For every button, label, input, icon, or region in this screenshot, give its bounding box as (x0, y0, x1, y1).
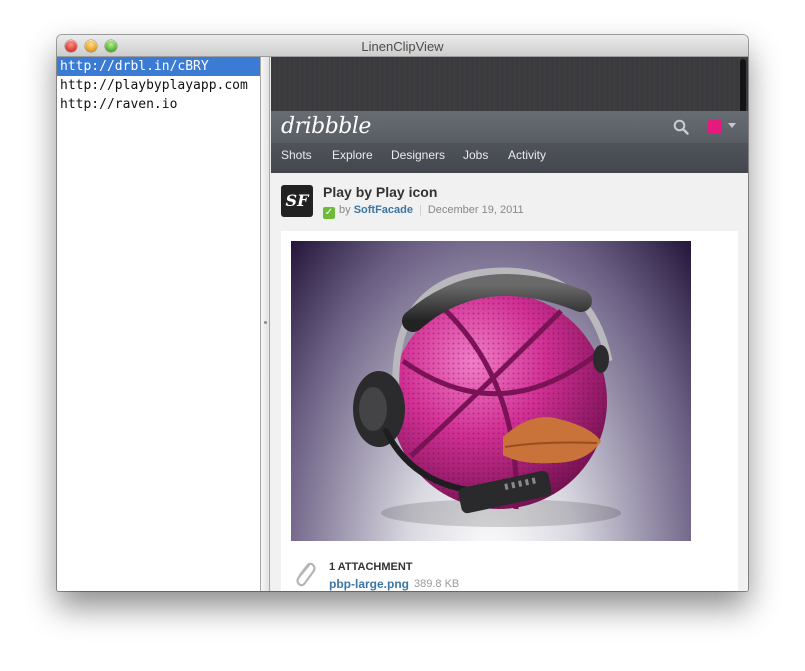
nav-designers[interactable]: Designers (391, 148, 445, 162)
shot-image[interactable] (291, 241, 691, 541)
user-avatar[interactable] (708, 120, 722, 134)
shot-page: SF Play by Play icon ✓ by SoftFacade | Dece… (271, 173, 748, 591)
attachment-link[interactable]: pbp-large.png (329, 577, 409, 591)
shot-title: Play by Play icon (323, 184, 438, 200)
shot-date: December 19, 2011 (427, 204, 524, 216)
nav-jobs[interactable]: Jobs (463, 148, 488, 162)
nav-explore[interactable]: Explore (332, 148, 373, 162)
dribbble-header: dribbble (271, 111, 748, 143)
dribbble-logo[interactable]: dribbble (281, 114, 371, 139)
url-list-item[interactable]: http://playbyplayapp.com (57, 76, 260, 95)
by-label: by (339, 204, 351, 216)
scrollbar-thumb[interactable] (740, 59, 746, 117)
nav-shots[interactable]: Shots (281, 148, 312, 162)
url-list-item[interactable]: http://raven.io (57, 95, 260, 114)
author-link[interactable]: SoftFacade (354, 204, 413, 216)
title-bar[interactable]: LinenClipView (57, 35, 748, 57)
check-icon: ✓ (323, 207, 335, 219)
paperclip-icon (296, 562, 316, 587)
byline-separator: | (418, 204, 422, 216)
attachment-count: 1 ATTACHMENT (329, 561, 413, 573)
shot-byline: ✓ by SoftFacade | December 19, 2011 (323, 204, 524, 219)
chevron-down-icon[interactable] (728, 123, 736, 128)
window-title: LinenClipView (361, 39, 444, 54)
author-avatar[interactable]: SF (281, 185, 313, 217)
url-list: http://drbl.in/cBRY http://playbyplayapp… (57, 57, 261, 591)
shot-card: 1 ATTACHMENT pbp-large.png 389.8 KB (281, 231, 738, 591)
nav-activity[interactable]: Activity (508, 148, 546, 162)
divider-handle-icon (264, 321, 267, 324)
search-icon[interactable] (673, 119, 689, 135)
linen-background (271, 57, 748, 117)
dribbble-nav: Shots Explore Designers Jobs Activity (271, 143, 748, 173)
split-view-divider[interactable] (261, 57, 270, 591)
app-window: LinenClipView http://drbl.in/cBRY http:/… (57, 35, 748, 591)
url-list-item[interactable]: http://drbl.in/cBRY (57, 57, 260, 76)
attachment-size: 389.8 KB (414, 578, 460, 590)
